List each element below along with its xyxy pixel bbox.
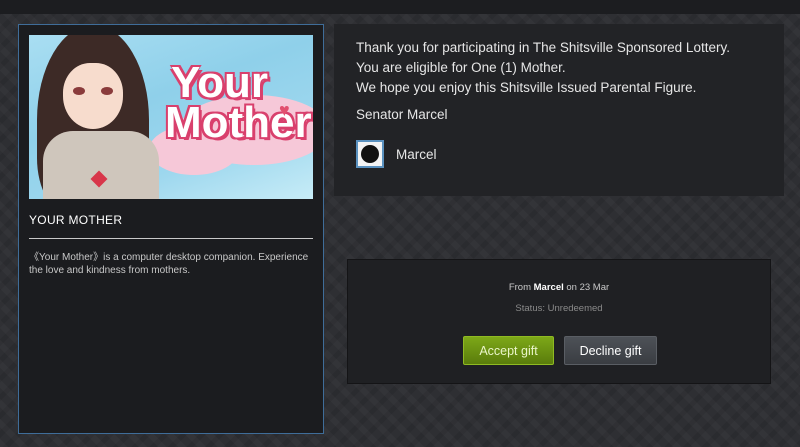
avatar-icon[interactable] <box>356 140 384 168</box>
gift-from-date: on 23 Mar <box>566 282 610 293</box>
gift-status: Status: Unredeemed <box>515 303 603 314</box>
gift-from-prefix: From <box>508 282 531 293</box>
art-logo-line1: Your <box>171 58 268 107</box>
game-description: 《Your Mother》is a computer desktop compa… <box>29 252 309 276</box>
decline-gift-button[interactable]: Decline gift <box>564 336 657 365</box>
accept-gift-button[interactable]: Accept gift <box>463 336 554 365</box>
message-line-3: We hope you enjoy this Shitsville Issued… <box>356 80 697 95</box>
character-body <box>43 131 159 199</box>
message-line-1: Thank you for participating in The Shits… <box>356 40 730 55</box>
game-title: YOUR MOTHER <box>29 213 123 227</box>
character-face <box>63 63 123 129</box>
divider <box>29 238 313 239</box>
gift-panel: From Marcel on 23 Mar Status: Unredeemed… <box>347 259 771 384</box>
game-art: Your Mother ♥ <box>29 35 313 199</box>
message-signature: Senator Marcel <box>356 107 448 122</box>
game-card: Your Mother ♥ YOUR MOTHER 《Your Mother》i… <box>18 24 324 434</box>
sender-name[interactable]: Marcel <box>396 147 437 162</box>
avatar-image <box>361 145 379 163</box>
gift-from-line: From Marcel on 23 Mar <box>348 282 770 293</box>
character-eye <box>73 87 85 95</box>
top-edge <box>0 0 800 14</box>
sender-row[interactable]: Marcel <box>356 138 437 170</box>
heart-icon: ♥ <box>279 100 290 120</box>
character-eye <box>101 87 113 95</box>
gift-from-name[interactable]: Marcel <box>534 282 564 293</box>
message-line-2: You are eligible for One (1) Mother. <box>356 60 566 75</box>
message-panel: Thank you for participating in The Shits… <box>334 24 784 196</box>
